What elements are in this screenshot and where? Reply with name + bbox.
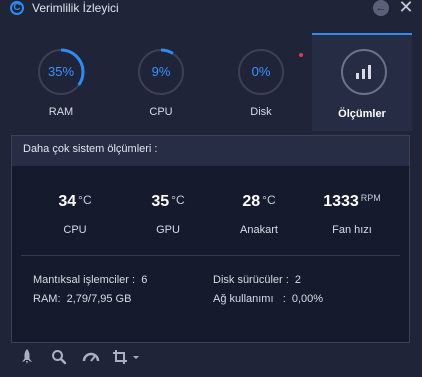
cpu-value: 9% xyxy=(151,64,171,79)
bar-chart-icon xyxy=(341,49,387,95)
metric-label: CPU xyxy=(63,224,87,236)
ram-value: 35% xyxy=(47,64,75,79)
metric-cpu-temp: 34 °C xyxy=(30,193,120,211)
metric-value: 28 xyxy=(242,193,261,210)
logical-processors-info: Mantıksal işlemciler : 6 xyxy=(33,274,148,286)
tab-label-measurements: Ölçümler xyxy=(338,108,386,120)
metric-unit: °C xyxy=(262,193,276,207)
tab-measurements[interactable]: Ölçümler xyxy=(312,33,412,131)
metric-label: Anakart xyxy=(240,224,278,236)
tab-cpu[interactable]: 9% CPU xyxy=(109,33,209,131)
metric-value: 1333 xyxy=(323,193,359,210)
metric-fan-speed: 1333 RPM xyxy=(307,193,397,211)
tab-bar: 35% RAM 9% CPU 0% Disk Ölçümler xyxy=(0,33,422,131)
metric-gpu-temp: 35 °C xyxy=(123,193,213,211)
alert-dot xyxy=(299,53,303,57)
rocket-icon[interactable] xyxy=(18,348,36,366)
ram-gauge: 35% xyxy=(37,48,85,96)
metric-unit: °C xyxy=(78,193,92,207)
title-bar: C Verimlilik İzleyici ← ✕ xyxy=(0,0,422,20)
metric-motherboard-temp: 28 °C xyxy=(214,193,304,211)
speedometer-icon[interactable] xyxy=(81,348,100,366)
app-title: Verimlilik İzleyici xyxy=(32,1,119,15)
metric-value: 35 xyxy=(151,193,170,210)
tab-ram[interactable]: 35% RAM xyxy=(9,33,109,131)
app-logo-icon: C xyxy=(10,1,24,15)
back-button[interactable]: ← xyxy=(373,0,389,16)
disk-value: 0% xyxy=(251,64,271,79)
metric-unit: °C xyxy=(171,193,185,207)
tab-label-cpu: CPU xyxy=(149,106,173,118)
metrics-panel: Daha çok sistem ölçümleri : 34 °C CPU 35 °… xyxy=(11,135,410,343)
metric-label: GPU xyxy=(156,224,180,236)
disk-gauge: 0% xyxy=(237,48,285,96)
disk-drivers-info: Disk sürücüler : 2 xyxy=(213,274,302,286)
cpu-gauge: 9% xyxy=(137,48,185,96)
metric-unit: RPM xyxy=(360,193,381,203)
metric-value: 34 xyxy=(58,193,77,210)
tab-disk[interactable]: 0% Disk xyxy=(209,33,309,131)
search-icon[interactable] xyxy=(50,348,68,366)
crop-dropdown[interactable] xyxy=(112,348,144,366)
tab-label-ram: RAM xyxy=(48,106,74,118)
panel-header: Daha çok sistem ölçümleri : xyxy=(12,136,409,166)
ram-info: RAM: 2,79/7,95 GB xyxy=(33,293,132,305)
network-usage-info: Ağ kullanımı : 0,00% xyxy=(213,293,324,305)
divider xyxy=(21,255,400,256)
tab-label-disk: Disk xyxy=(250,106,272,118)
metric-label: Fan hızı xyxy=(332,224,372,236)
crop-icon xyxy=(113,350,139,364)
close-button[interactable]: ✕ xyxy=(397,0,415,16)
